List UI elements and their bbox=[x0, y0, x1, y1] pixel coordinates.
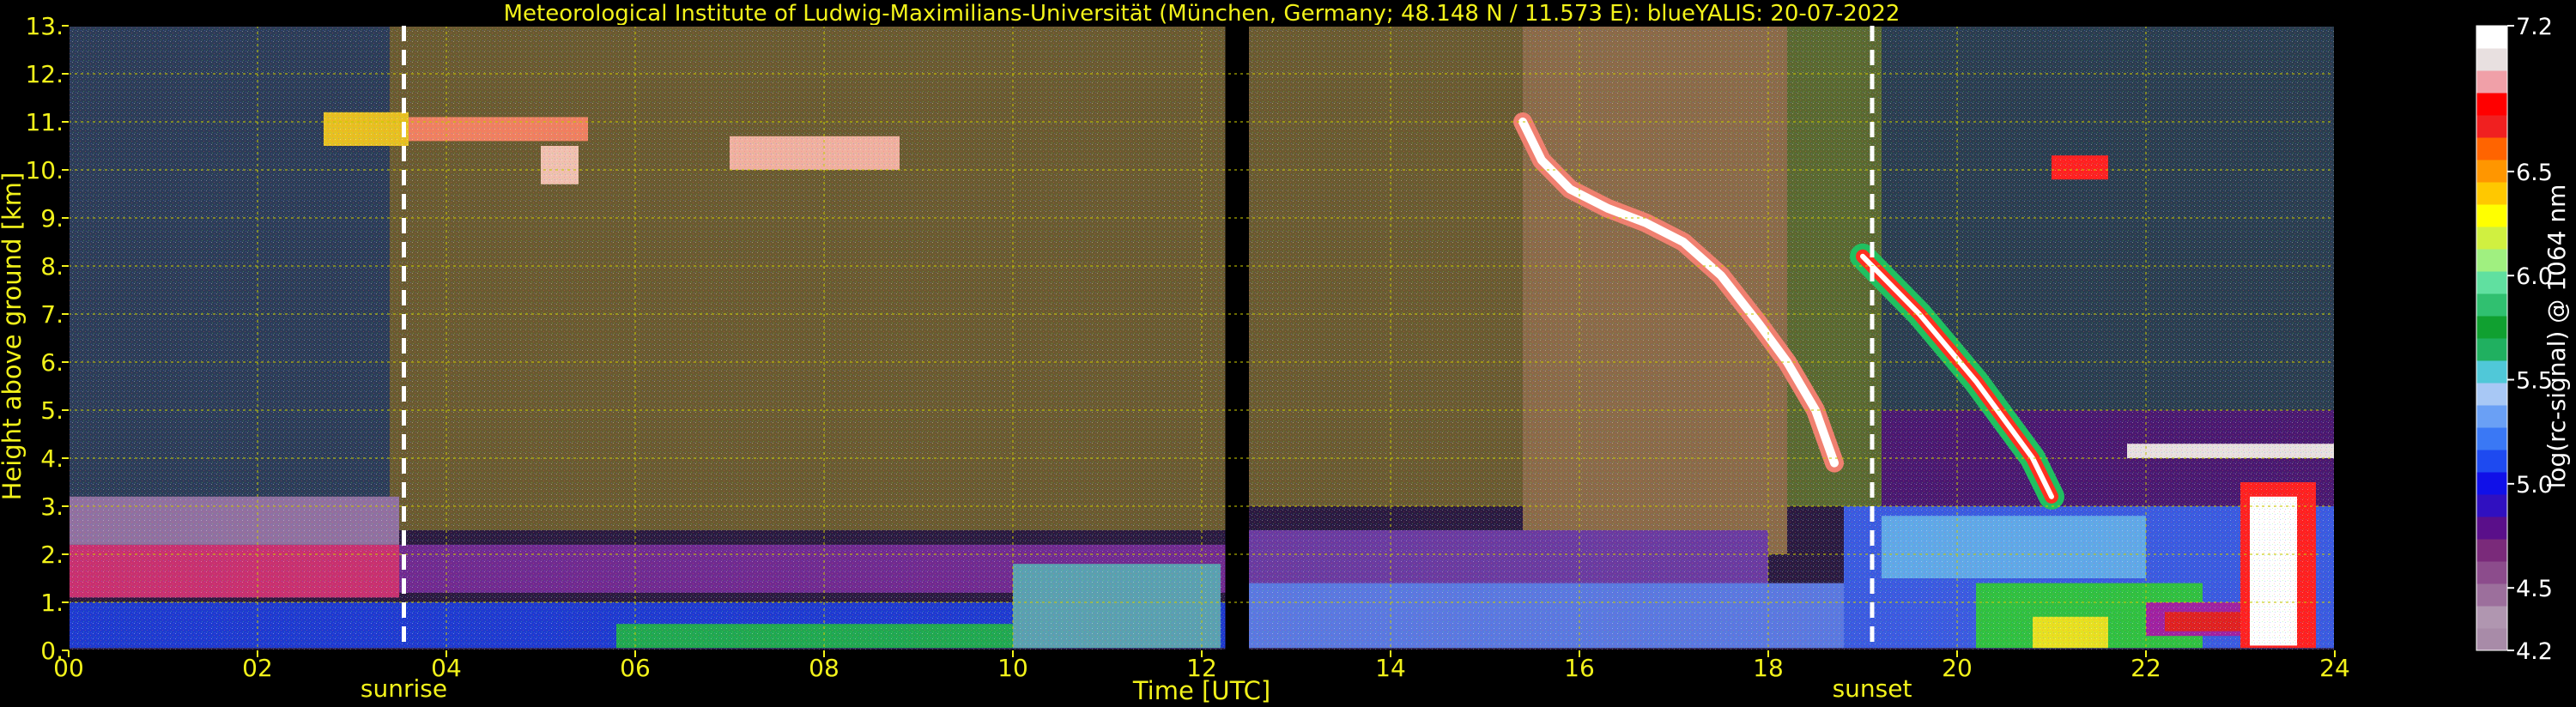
colorbar-segment bbox=[2476, 539, 2507, 562]
colorbar-segment bbox=[2476, 48, 2507, 71]
colorbar-segment bbox=[2476, 70, 2507, 94]
colorbar-segment bbox=[2476, 450, 2507, 473]
y-tick-label: 6. bbox=[40, 348, 64, 377]
x-tick-label: 20 bbox=[1942, 654, 1973, 682]
y-tick-label: 1. bbox=[40, 589, 64, 617]
colorbar-segment bbox=[2476, 427, 2507, 450]
colorbar-segment bbox=[2476, 293, 2507, 317]
y-tick-label: 3. bbox=[40, 492, 64, 521]
colorbar-segment bbox=[2476, 137, 2507, 160]
y-tick-label: 13. bbox=[25, 12, 64, 40]
sunset-label: sunset bbox=[1833, 674, 1912, 703]
x-tick-label: 04 bbox=[431, 654, 462, 682]
y-tick-label: 9. bbox=[40, 204, 64, 233]
x-tick-label: 22 bbox=[2131, 654, 2161, 682]
y-tick-label: 5. bbox=[40, 396, 64, 425]
colorbar-segment bbox=[2476, 338, 2507, 361]
colorbar-segment bbox=[2476, 405, 2507, 428]
colorbar-segment bbox=[2476, 383, 2507, 406]
colorbar-segment bbox=[2476, 227, 2507, 250]
colorbar-tick-label: 4.5 bbox=[2516, 576, 2553, 602]
colorbar-segment bbox=[2476, 494, 2507, 517]
colorbar-tick-label: 4.2 bbox=[2516, 638, 2553, 665]
x-tick-label: 24 bbox=[2319, 654, 2350, 682]
colorbar-segment bbox=[2476, 204, 2507, 227]
colorbar-segment bbox=[2476, 561, 2507, 584]
y-tick-label: 11. bbox=[25, 108, 64, 136]
colorbar-segment bbox=[2476, 517, 2507, 540]
colorbar-segment bbox=[2476, 271, 2507, 294]
colorbar-segment bbox=[2476, 316, 2507, 339]
x-tick-label: 10 bbox=[997, 654, 1028, 682]
x-tick-label: 08 bbox=[809, 654, 839, 682]
y-axis-ticks: 0. 1. 2. 3. 4. 5. 6. 7. 8. 9. 10. 11. 12. 13. bbox=[25, 12, 69, 665]
colorbar-segment bbox=[2476, 360, 2507, 384]
colorbar-segment bbox=[2476, 26, 2507, 49]
colorbar: 4.24.55.05.56.06.57.2 log(rc-signal) @ 1… bbox=[2476, 14, 2571, 665]
data-gap bbox=[1225, 26, 1249, 650]
colorbar-segment bbox=[2476, 160, 2507, 183]
y-tick-label: 10. bbox=[25, 156, 64, 184]
y-tick-label: 8. bbox=[40, 252, 64, 281]
colorbar-segments bbox=[2476, 26, 2507, 651]
colorbar-segment bbox=[2476, 182, 2507, 205]
y-tick-label: 0. bbox=[40, 637, 64, 665]
colorbar-segment bbox=[2476, 249, 2507, 272]
lidar-quicklook: Meteorological Institute of Ludwig-Maxim… bbox=[0, 1, 2571, 705]
chart-title: Meteorological Institute of Ludwig-Maxim… bbox=[504, 1, 1900, 27]
x-tick-label: 16 bbox=[1564, 654, 1595, 682]
colorbar-segment bbox=[2476, 115, 2507, 138]
y-axis-label: Height above ground [km] bbox=[0, 172, 27, 501]
colorbar-tick-label: 7.2 bbox=[2516, 14, 2553, 40]
y-tick-label: 7. bbox=[40, 300, 64, 329]
colorbar-segment bbox=[2476, 583, 2507, 607]
colorbar-segment bbox=[2476, 93, 2507, 116]
x-tick-label: 06 bbox=[620, 654, 651, 682]
x-tick-label: 14 bbox=[1375, 654, 1406, 682]
colorbar-segment bbox=[2476, 606, 2507, 629]
x-tick-label: 18 bbox=[1753, 654, 1784, 682]
colorbar-label: log(rc-signal) @ 1064 nm bbox=[2543, 184, 2571, 489]
x-axis-label: Time [UTC] bbox=[1132, 676, 1270, 705]
colorbar-segment bbox=[2476, 472, 2507, 495]
y-tick-label: 4. bbox=[40, 444, 64, 473]
x-tick-label: 02 bbox=[242, 654, 273, 682]
y-tick-label: 12. bbox=[25, 60, 64, 88]
colorbar-segment bbox=[2476, 628, 2507, 651]
colorbar-tick-label: 6.5 bbox=[2516, 160, 2553, 186]
y-tick-label: 2. bbox=[40, 541, 64, 569]
